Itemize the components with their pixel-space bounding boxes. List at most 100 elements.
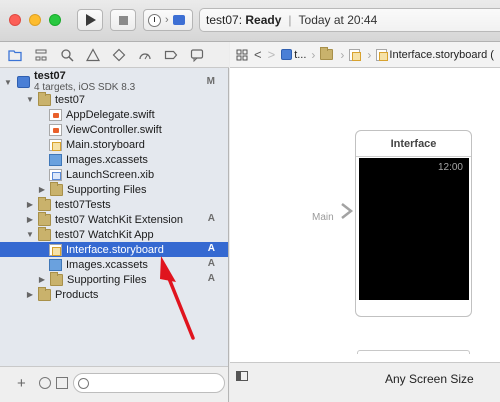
tree-row-group[interactable]: ▼ test07 — [0, 91, 228, 107]
folder-icon — [38, 196, 51, 211]
tree-row-label: Products — [55, 288, 99, 301]
editor-footer: Any Screen Size — [230, 362, 500, 402]
tree-row-file[interactable]: AppDelegate.swift — [0, 107, 228, 122]
document-outline-toggle-icon[interactable] — [236, 371, 248, 381]
back-button[interactable]: < — [251, 47, 265, 62]
navigator-tabs — [0, 42, 229, 68]
breadcrumb-project-label: t... — [294, 48, 307, 61]
jump-bar: < > t... › › › Interface.storyboard ( — [230, 42, 500, 68]
close-window-button[interactable] — [9, 14, 21, 26]
interface-controller-scene[interactable]: Interface 12:00 — [355, 130, 472, 317]
tree-row-file[interactable]: Images.xcassets A — [0, 257, 228, 272]
breadcrumb-group[interactable] — [317, 47, 338, 60]
tree-row-label: test07 WatchKit Extension — [55, 213, 183, 226]
status-divider: | — [288, 13, 292, 27]
tree-row-label: test07Tests — [55, 198, 111, 211]
stop-icon — [118, 15, 128, 25]
disclosure-closed-icon: ▶ — [38, 185, 46, 194]
storyboard-file-icon — [349, 48, 362, 61]
scene-title: Interface — [356, 131, 471, 157]
scheme-icon — [148, 13, 161, 27]
forward-button[interactable]: > — [265, 47, 279, 62]
tree-row-file[interactable]: Images.xcassets — [0, 152, 228, 167]
disclosure-closed-icon: ▶ — [38, 275, 46, 284]
folder-icon — [38, 211, 51, 226]
storyboard-file-icon — [376, 48, 389, 61]
disclosure-open-icon: ▼ — [26, 230, 34, 239]
debug-navigator-tab[interactable] — [134, 45, 156, 65]
disclosure-closed-icon: ▶ — [26, 215, 34, 224]
scm-badge: A — [207, 243, 215, 254]
tree-row-label: Images.xcassets — [66, 153, 148, 166]
navigator-filter-field[interactable] — [73, 373, 225, 393]
tree-row-group[interactable]: ▶ test07 WatchKit Extension A — [0, 211, 228, 227]
tree-row-file[interactable]: LaunchScreen.xib — [0, 167, 228, 182]
symbol-navigator-tab[interactable] — [30, 45, 52, 65]
xib-file-icon — [49, 168, 62, 181]
find-navigator-tab[interactable] — [56, 45, 78, 65]
scm-badge: A — [207, 258, 215, 269]
disclosure-closed-icon: ▶ — [26, 290, 34, 299]
navigator-footer: + — [0, 366, 228, 402]
toolbar: › test07: Ready | Today at 20:44 — [0, 0, 500, 42]
tree-row-group[interactable]: ▶ Supporting Files — [0, 181, 228, 197]
run-button[interactable] — [77, 9, 103, 31]
project-navigator-tab[interactable] — [4, 45, 26, 65]
chat-icon — [190, 48, 204, 62]
tree-row-file-selected[interactable]: Interface.storyboard A — [0, 242, 228, 257]
breadcrumb-subgroup[interactable] — [346, 48, 365, 61]
breadcrumb-project[interactable]: t... — [278, 49, 309, 61]
device-icon — [172, 15, 185, 25]
breakpoint-icon — [164, 50, 178, 59]
tree-row-file[interactable]: Main.storyboard — [0, 137, 228, 152]
warning-icon — [86, 47, 100, 61]
chevron-right-icon: › — [340, 47, 345, 62]
folder-icon — [8, 49, 22, 61]
tree-row-project[interactable]: ▼ test07 4 targets, iOS SDK 8.3 M — [0, 70, 228, 94]
tree-row-label: LaunchScreen.xib — [66, 168, 155, 181]
tree-row-file[interactable]: ViewController.swift — [0, 122, 228, 137]
asset-catalog-icon — [49, 153, 62, 166]
watch-screen[interactable]: 12:00 — [359, 158, 469, 300]
play-icon — [86, 14, 96, 26]
project-navigator: ▼ test07 4 targets, iOS SDK 8.3 M ▼ test… — [0, 42, 229, 402]
size-class-label[interactable]: Any Screen Size — [385, 372, 474, 386]
asset-catalog-icon — [49, 258, 62, 271]
issue-navigator-tab[interactable] — [82, 45, 104, 65]
minimize-window-button[interactable] — [29, 14, 41, 26]
tree-row-group[interactable]: ▶ Products — [0, 286, 228, 302]
tree-row-group[interactable]: ▶ Supporting Files A — [0, 271, 228, 287]
storyboard-canvas[interactable]: Main Interface 12:00 — [230, 68, 500, 388]
scm-badge: A — [207, 273, 215, 284]
filter-icon — [78, 378, 89, 389]
tree-row-group[interactable]: ▼ test07 WatchKit App — [0, 226, 228, 242]
xcode-project-icon — [281, 49, 293, 60]
tree-row-label: Supporting Files — [67, 273, 147, 286]
scm-filter-icon[interactable] — [56, 377, 68, 389]
scheme-selector[interactable]: › — [143, 9, 193, 31]
tree-row-group[interactable]: ▶ test07Tests — [0, 196, 228, 212]
folder-icon — [50, 181, 63, 196]
xcode-project-icon — [17, 76, 30, 88]
breadcrumb-file[interactable]: Interface.storyboard ( — [373, 48, 497, 61]
gauge-icon — [139, 52, 151, 59]
file-tree: ▼ test07 4 targets, iOS SDK 8.3 M ▼ test… — [0, 70, 228, 302]
recent-files-icon[interactable] — [39, 377, 51, 389]
tree-row-label: Supporting Files — [67, 183, 147, 196]
tree-row-label: test07 — [55, 93, 85, 106]
breakpoint-navigator-tab[interactable] — [160, 45, 182, 65]
project-name: test07 — [34, 70, 66, 82]
add-file-button[interactable]: + — [17, 375, 26, 392]
chevron-right-icon: › — [165, 14, 169, 26]
entry-point-label: Main — [312, 212, 334, 223]
tree-row-label: AppDelegate.swift — [66, 108, 155, 121]
report-navigator-tab[interactable] — [186, 45, 208, 65]
zoom-window-button[interactable] — [49, 14, 61, 26]
stop-button[interactable] — [110, 9, 136, 31]
test-navigator-tab[interactable] — [108, 45, 130, 65]
tree-row-label: test07 WatchKit App — [55, 228, 154, 241]
scm-badge: M — [206, 76, 215, 87]
scene-stub — [357, 350, 470, 354]
swift-file-icon — [49, 108, 62, 121]
related-items-icon[interactable] — [230, 49, 251, 61]
